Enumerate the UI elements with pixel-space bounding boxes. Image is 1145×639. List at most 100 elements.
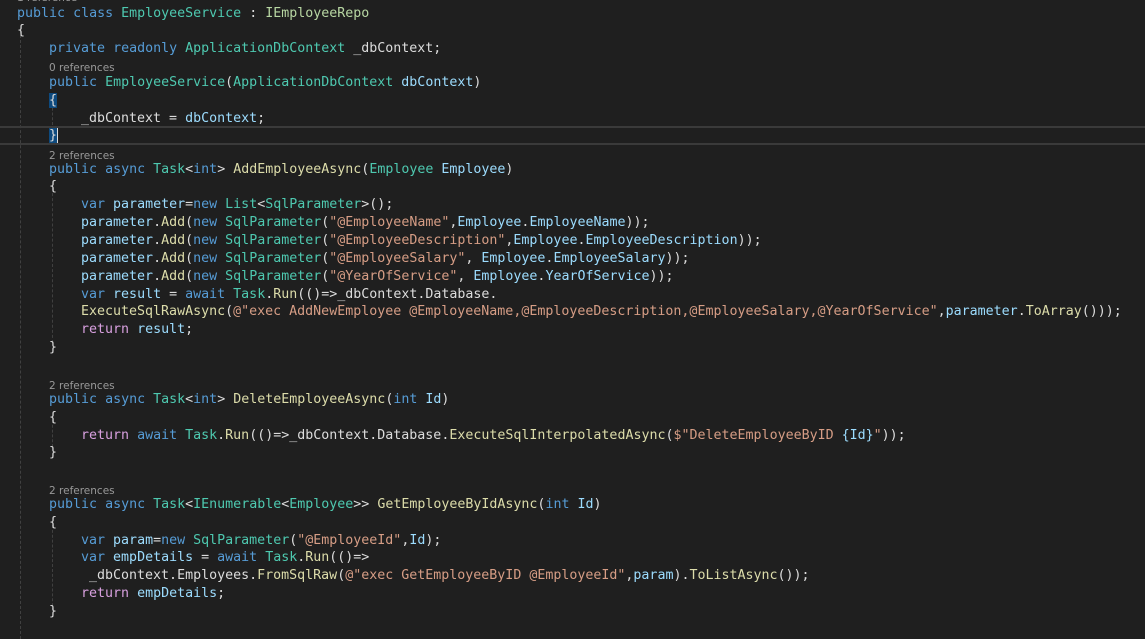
- brace-match-token: {: [49, 93, 58, 108]
- code-line[interactable]: ExecuteSqlRawAsync(@"exec AddNewEmployee…: [81, 303, 1122, 321]
- keyword-token: public: [49, 75, 98, 90]
- punctuation-token: (()=>: [329, 550, 370, 565]
- identifier-token: result: [137, 322, 186, 337]
- keyword-token: var: [81, 197, 106, 212]
- code-editor[interactable]: 1 reference public class EmployeeService…: [0, 0, 1145, 639]
- code-line[interactable]: {: [49, 409, 57, 427]
- type-token: Task: [153, 497, 186, 512]
- code-line[interactable]: parameter.Add(new SqlParameter("@Employe…: [81, 214, 650, 232]
- code-line[interactable]: parameter.Add(new SqlParameter("@Employe…: [81, 232, 762, 250]
- code-line[interactable]: {: [49, 178, 57, 196]
- keyword-token: new: [193, 215, 218, 230]
- type-token: IEnumerable: [193, 497, 282, 512]
- code-line[interactable]: return empDetails;: [81, 585, 225, 603]
- method-token: Add: [161, 215, 186, 230]
- identifier-token: dbContext: [185, 111, 258, 126]
- method-token: GetEmployeeByIdAsync: [377, 497, 538, 512]
- punctuation-token: (: [185, 251, 194, 266]
- type-token: ApplicationDbContext: [233, 75, 394, 90]
- string-token: "@EmployeeSalary": [329, 251, 466, 266]
- punctuation-token: .: [153, 251, 162, 266]
- type-token: List: [225, 197, 258, 212]
- punctuation-token: [97, 75, 105, 90]
- code-line[interactable]: public EmployeeService(ApplicationDbCont…: [49, 74, 481, 92]
- punctuation-token: [145, 497, 153, 512]
- code-line[interactable]: parameter.Add(new SqlParameter("@YearOfS…: [81, 268, 674, 286]
- punctuation-token: ): [473, 75, 482, 90]
- method-token: Run: [273, 287, 298, 302]
- keyword-token: public: [49, 162, 98, 177]
- code-line[interactable]: }: [49, 339, 57, 357]
- punctuation-token: ());: [777, 568, 810, 583]
- keyword-token: new: [193, 233, 218, 248]
- punctuation-token: >();: [361, 197, 394, 212]
- punctuation-token: =: [193, 550, 218, 565]
- keyword-token: async: [105, 162, 146, 177]
- punctuation-token: ): [593, 497, 602, 512]
- code-line[interactable]: var parameter=new List<SqlParameter>();: [81, 196, 393, 214]
- code-line[interactable]: public async Task<int> AddEmployeeAsync(…: [49, 161, 513, 179]
- code-line[interactable]: {: [49, 514, 57, 532]
- string-token: @"exec GetEmployeeByID @EmployeeId": [345, 568, 626, 583]
- keyword-token: public: [17, 6, 66, 21]
- identifier-token: param: [633, 568, 674, 583]
- code-line[interactable]: return result;: [81, 321, 193, 339]
- punctuation-token: [217, 197, 225, 212]
- code-line[interactable]: parameter.Add(new SqlParameter("@Employe…: [81, 250, 690, 268]
- identifier-token: Id: [425, 392, 442, 407]
- punctuation-token: ,: [457, 269, 474, 284]
- punctuation-token: [185, 533, 193, 548]
- indent-guide: [20, 30, 21, 639]
- code-line[interactable]: public async Task<int> DeleteEmployeeAsy…: [49, 391, 449, 409]
- punctuation-token: }: [49, 445, 58, 460]
- code-line[interactable]: public async Task<IEnumerable<Employee>>…: [49, 496, 602, 514]
- identifier-token: empDetails: [113, 550, 194, 565]
- control-keyword-token: return: [81, 322, 130, 337]
- punctuation-token: >: [217, 392, 234, 407]
- code-line[interactable]: var param=new SqlParameter("@EmployeeId"…: [81, 532, 441, 550]
- identifier-token: EmployeeDescription: [585, 233, 738, 248]
- punctuation-token: .: [153, 233, 162, 248]
- punctuation-token: [65, 6, 73, 21]
- punctuation-token: [145, 162, 153, 177]
- code-line[interactable]: var empDetails = await Task.Run(()=>: [81, 549, 369, 567]
- punctuation-token: [217, 269, 225, 284]
- punctuation-token: [217, 233, 225, 248]
- code-line[interactable]: _dbContext.Employees.FromSqlRaw(@"exec G…: [81, 567, 810, 585]
- type-token: SqlParameter: [225, 215, 322, 230]
- code-line[interactable]: {: [49, 92, 58, 110]
- keyword-token: async: [105, 392, 146, 407]
- keyword-token: public: [49, 392, 98, 407]
- identifier-token: parameter: [81, 251, 154, 266]
- identifier-token: parameter: [81, 233, 154, 248]
- identifier-token: empDetails: [137, 586, 218, 601]
- code-line[interactable]: {: [17, 22, 25, 40]
- code-line[interactable]: }: [49, 603, 57, 621]
- method-token: Add: [161, 269, 186, 284]
- code-line[interactable]: private readonly ApplicationDbContext _d…: [49, 40, 441, 58]
- punctuation-token: [105, 550, 113, 565]
- punctuation-token: [97, 392, 105, 407]
- punctuation-token: _dbContext.Employees.: [81, 568, 258, 583]
- code-line[interactable]: public class EmployeeService : IEmployee…: [17, 5, 369, 23]
- punctuation-token: [97, 497, 105, 512]
- type-token: SqlParameter: [265, 197, 362, 212]
- keyword-token: new: [193, 269, 218, 284]
- type-token: SqlParameter: [225, 251, 322, 266]
- punctuation-token: ): [441, 392, 450, 407]
- identifier-token: parameter: [113, 197, 186, 212]
- identifier-token: Employee: [481, 251, 546, 266]
- brace-match-token: }: [49, 128, 58, 143]
- string-token: "@YearOfService": [329, 269, 458, 284]
- punctuation-token: (()=>_dbContext.Database.: [249, 428, 450, 443]
- punctuation-token: =: [153, 533, 162, 548]
- code-line[interactable]: var result = await Task.Run(()=>_dbConte…: [81, 286, 497, 304]
- code-line[interactable]: }: [49, 127, 59, 145]
- control-keyword-token: return: [81, 586, 130, 601]
- identifier-token: dbContext: [401, 75, 474, 90]
- keyword-token: await: [185, 287, 226, 302]
- code-line[interactable]: }: [49, 444, 57, 462]
- code-line[interactable]: return await Task.Run(()=>_dbContext.Dat…: [81, 427, 906, 445]
- codelens-references[interactable]: 0 references: [49, 61, 115, 75]
- punctuation-token: ).: [673, 568, 690, 583]
